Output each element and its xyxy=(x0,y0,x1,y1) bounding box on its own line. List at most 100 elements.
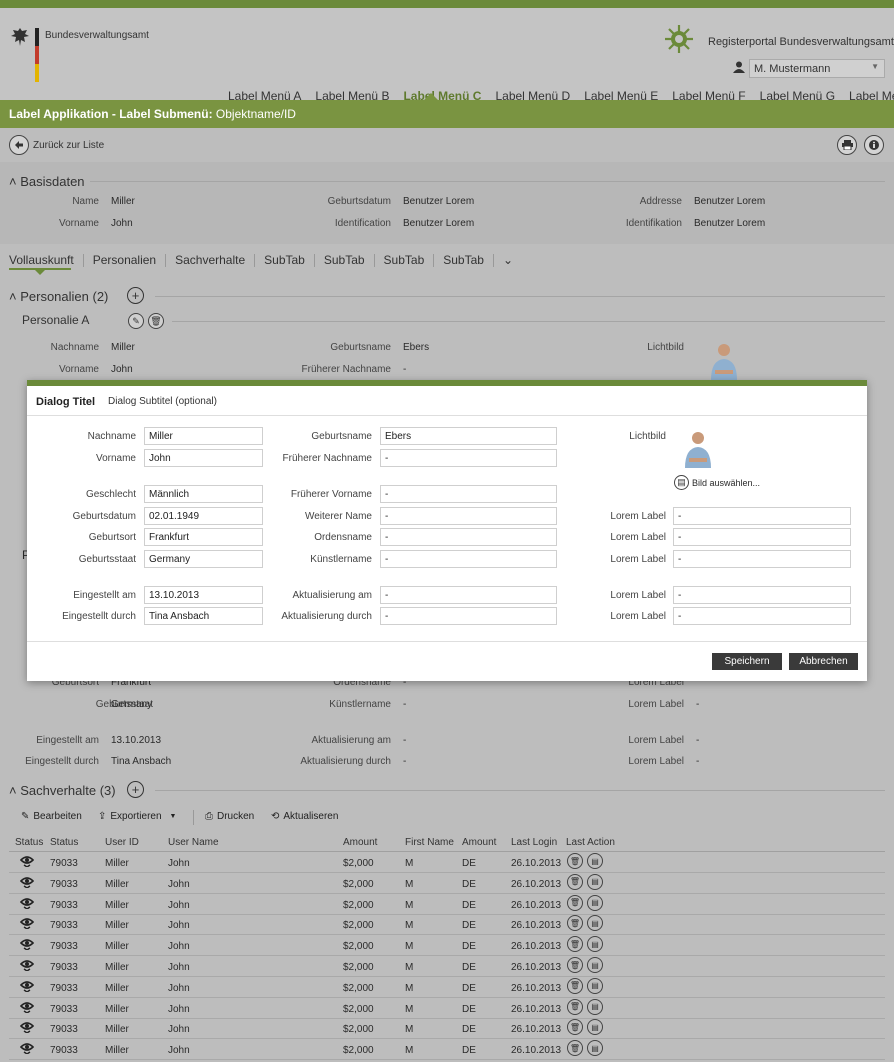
document-icon[interactable]: ▤ xyxy=(587,853,603,869)
column-header[interactable]: Amount xyxy=(343,837,377,848)
table-cell: John xyxy=(168,941,190,953)
delete-trash-icon[interactable]: 🗑 xyxy=(567,977,583,994)
document-icon[interactable]: ▤ xyxy=(587,998,603,1015)
column-header[interactable]: First Name xyxy=(405,837,454,848)
table-cell: M xyxy=(405,858,414,869)
document-icon[interactable]: ▤ xyxy=(587,1019,603,1036)
column-header[interactable]: Last Action xyxy=(566,837,615,848)
sachverhalte-title[interactable]: ˄ Sachverhalte (3) xyxy=(9,783,116,798)
column-header[interactable]: Amount xyxy=(462,837,496,848)
field-label: Eingestellt durch xyxy=(25,756,99,767)
lorem-input-1[interactable]: - xyxy=(673,507,851,525)
table-row[interactable]: 79033 Miller John $2,000 M DE 26.10.2013 🗑 ▤ xyxy=(9,977,885,998)
table-row[interactable]: 79033 Miller John $2,000 M DE 26.10.2013 🗑 ▤ xyxy=(9,894,885,915)
breadcrumb-object: Objektname/ID xyxy=(212,107,296,121)
pencil-icon: ✎ xyxy=(21,811,30,822)
choose-image-icon[interactable]: ▤ xyxy=(674,475,689,490)
delete-trash-icon[interactable]: 🗑 xyxy=(567,1040,583,1057)
table-cell: John xyxy=(168,1045,190,1057)
table-cell: Miller xyxy=(105,982,129,994)
table-row[interactable]: 79033 Miller John $2,000 M DE 26.10.2013 🗑 ▤ xyxy=(9,935,885,957)
tab-subtab-4[interactable]: SubTab xyxy=(443,254,494,267)
delete-trash-icon[interactable]: 🗑 xyxy=(567,915,583,932)
delete-trash-icon[interactable]: 🗑 xyxy=(567,998,583,1015)
user-dropdown[interactable]: M. Mustermann ▼ xyxy=(749,59,885,78)
field-label: Lorem Label xyxy=(628,699,684,710)
table-row[interactable]: 79033 Miller John $2,000 M DE 26.10.2013 🗑 ▤ xyxy=(9,956,885,977)
table-cell: M xyxy=(405,1024,414,1036)
add-sachverhalt-icon[interactable]: + xyxy=(127,781,144,798)
delete-trash-icon[interactable]: 🗑 xyxy=(148,313,164,329)
edit-pencil-icon[interactable]: ✎ xyxy=(128,313,144,329)
document-icon[interactable]: ▤ xyxy=(587,915,603,932)
table-cell: M xyxy=(405,1045,414,1057)
back-arrow-icon[interactable] xyxy=(9,135,29,155)
field-value: Germany xyxy=(111,699,153,710)
tab-vollauskunft[interactable]: Vollauskunft xyxy=(9,254,84,267)
delete-trash-icon[interactable]: 🗑 xyxy=(567,873,583,890)
table-row[interactable]: 79033 Miller John $2,000 M DE 26.10.2013 🗑 ▤ xyxy=(9,852,885,873)
tab-sachverhalte[interactable]: Sachverhalte xyxy=(175,254,256,267)
column-header[interactable]: User ID xyxy=(105,837,139,848)
print-action[interactable]: ⎙ Drucken xyxy=(205,811,254,822)
tab-subtab-2[interactable]: SubTab xyxy=(324,254,375,267)
tabs-more-chevron-icon[interactable]: ⌄ xyxy=(503,254,522,267)
lorem-input-2[interactable]: - xyxy=(673,528,851,546)
document-icon[interactable]: ▤ xyxy=(587,894,603,911)
column-header[interactable]: User Name xyxy=(168,837,219,848)
save-button[interactable]: Speichern xyxy=(712,653,782,670)
document-icon[interactable]: ▤ xyxy=(587,936,603,953)
document-icon[interactable]: ▤ xyxy=(587,957,603,973)
export-action[interactable]: ⇪ Exportieren ▼ xyxy=(98,811,176,822)
delete-trash-icon[interactable]: 🗑 xyxy=(567,936,583,953)
table-cell: Miller xyxy=(105,941,129,953)
tab-subtab-3[interactable]: SubTab xyxy=(384,254,435,267)
column-header[interactable]: Status xyxy=(50,837,78,848)
info-icon[interactable] xyxy=(864,135,884,155)
delete-trash-icon[interactable]: 🗑 xyxy=(567,1019,583,1036)
table-row[interactable]: 79033 Miller John $2,000 M DE 26.10.2013 🗑 ▤ xyxy=(9,873,885,894)
basisdaten-title[interactable]: ˄ Basisdaten xyxy=(9,174,85,189)
column-header[interactable]: Last Login xyxy=(511,837,557,848)
personalien-title[interactable]: ˄ Personalien (2) xyxy=(9,289,108,304)
table-cell: John xyxy=(168,962,190,973)
add-personalie-icon[interactable]: + xyxy=(127,287,144,304)
refresh-action[interactable]: ⟲ Aktualiseren xyxy=(271,811,338,822)
document-icon[interactable]: ▤ xyxy=(587,873,603,890)
table-cell: DE xyxy=(462,1003,476,1015)
field-label: Lorem Label xyxy=(610,532,666,543)
delete-trash-icon[interactable]: 🗑 xyxy=(567,894,583,911)
choose-image-link[interactable]: Bild auswählen... xyxy=(692,478,760,488)
lorem-input-4[interactable]: - xyxy=(673,586,851,604)
document-icon[interactable]: ▤ xyxy=(587,1040,603,1057)
edit-action[interactable]: ✎ Bearbeiten xyxy=(21,811,82,822)
tab-personalien[interactable]: Personalien xyxy=(93,254,167,267)
eye-status-icon xyxy=(19,959,35,974)
table-row[interactable]: 79033 Miller John $2,000 M DE 26.10.2013 🗑 ▤ xyxy=(9,998,885,1019)
frueherer-nachname-input[interactable]: - xyxy=(380,449,557,467)
table-cell: M xyxy=(405,941,414,953)
lorem-input-3[interactable]: - xyxy=(673,550,851,568)
table-cell: $2,000 xyxy=(343,1003,374,1015)
back-to-list-link[interactable]: Zurück zur Liste xyxy=(33,140,104,151)
lorem-input-5[interactable]: - xyxy=(673,607,851,625)
document-icon[interactable]: ▤ xyxy=(587,977,603,994)
table-cell: $2,000 xyxy=(343,941,374,953)
section-divider xyxy=(172,321,885,322)
cancel-button[interactable]: Abbrechen xyxy=(789,653,858,670)
column-header[interactable]: Status xyxy=(15,837,43,848)
field-label: Früherer Nachname xyxy=(282,453,372,464)
delete-trash-icon[interactable]: 🗑 xyxy=(567,853,583,869)
table-row[interactable]: 79033 Miller John $2,000 M DE 26.10.2013 🗑 ▤ xyxy=(9,1018,885,1040)
frueherer-vorname-input[interactable]: - xyxy=(380,485,557,503)
dialog-subtitle: Dialog Subtitel (optional) xyxy=(108,396,217,407)
delete-trash-icon[interactable]: 🗑 xyxy=(567,957,583,973)
table-row[interactable]: 79033 Miller John $2,000 M DE 26.10.2013 🗑 ▤ xyxy=(9,914,885,936)
field-value: Ebers xyxy=(403,342,430,353)
print-icon[interactable] xyxy=(837,135,857,155)
tab-subtab-1[interactable]: SubTab xyxy=(264,254,315,267)
table-cell: 26.10.2013 xyxy=(511,920,562,932)
field-label: Künstlername xyxy=(310,554,372,565)
table-cell: Miller xyxy=(105,920,129,932)
table-row[interactable]: 79033 Miller John $2,000 M DE 26.10.2013 🗑 ▤ xyxy=(9,1039,885,1061)
